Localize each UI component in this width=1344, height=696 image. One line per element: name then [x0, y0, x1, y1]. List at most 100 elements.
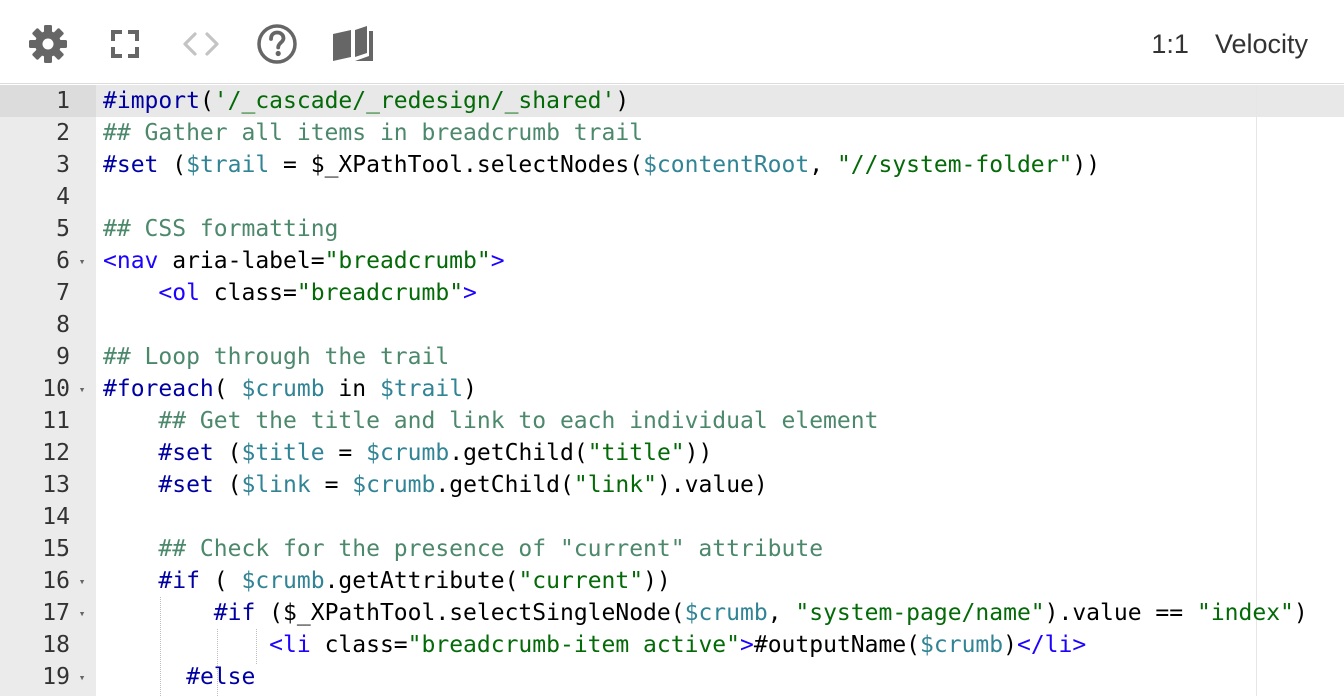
variable-token: $crumb — [241, 376, 325, 402]
variable-token: $crumb — [366, 440, 450, 466]
line-number-label: 17 — [42, 600, 70, 626]
line-number-label: 7 — [56, 280, 70, 306]
toolbar-status: 1:1 Velocity — [1151, 24, 1308, 64]
code-line[interactable]: ## Loop through the trail — [103, 341, 1344, 373]
code-brackets-icon[interactable] — [179, 22, 223, 66]
line-number: 13 — [0, 469, 96, 501]
text-token: ) — [1293, 600, 1308, 626]
text-token: ( — [213, 472, 242, 498]
tag-token: > — [463, 280, 477, 306]
editor-toolbar: 1:1 Velocity — [0, 0, 1344, 84]
code-line[interactable]: <ol class="breadcrumb"> — [103, 277, 1344, 309]
fold-toggle-icon[interactable]: ▾ — [76, 373, 88, 405]
code-line[interactable]: ## CSS formatting — [103, 213, 1344, 245]
code-line[interactable]: #set ($link = $crumb.getChild("link").va… — [103, 469, 1344, 501]
line-number-label: 13 — [42, 472, 70, 498]
text-token: = — [310, 472, 353, 498]
line-number: 6 ▾ — [0, 245, 96, 277]
string-token: "link" — [573, 472, 657, 498]
code-line[interactable] — [103, 309, 1344, 341]
book-icon[interactable] — [331, 22, 375, 66]
text-token: ) — [463, 376, 477, 402]
line-number-label: 18 — [42, 632, 70, 658]
fold-toggle-icon[interactable]: ▾ — [76, 597, 88, 629]
variable-token: $crumb — [241, 568, 325, 594]
code-line[interactable]: ## Gather all items in breadcrumb trail — [103, 117, 1344, 149]
code-line[interactable]: #set ($title = $crumb.getChild("title")) — [103, 437, 1344, 469]
text-token: ( — [199, 568, 242, 594]
text-token: = — [324, 440, 367, 466]
line-number: 16 ▾ — [0, 565, 96, 597]
comment-token: ## Check for the presence of "current" a… — [158, 536, 824, 562]
code-line[interactable] — [103, 181, 1344, 213]
help-icon[interactable] — [255, 22, 299, 66]
line-number: 1 — [0, 85, 96, 117]
fold-toggle-icon[interactable]: ▾ — [76, 565, 88, 597]
tag-token: > — [740, 632, 754, 658]
line-number-label: 12 — [42, 440, 70, 466]
text-token: ( — [213, 440, 242, 466]
line-number: 17 ▾ — [0, 597, 96, 629]
variable-token: $crumb — [352, 472, 436, 498]
fullscreen-icon[interactable] — [103, 22, 147, 66]
code-line[interactable]: <li class="breadcrumb-item active">#outp… — [103, 629, 1344, 661]
text-token: ) — [615, 88, 630, 114]
variable-token: $trail — [186, 152, 270, 178]
string-token: "title" — [587, 440, 685, 466]
line-number-label: 16 — [42, 568, 70, 594]
code-line[interactable]: #foreach( $crumb in $trail) — [103, 373, 1344, 405]
line-number-label: 15 — [42, 536, 70, 562]
comment-token: ## Loop through the trail — [103, 344, 450, 370]
string-token: "index" — [1196, 600, 1294, 626]
code-line[interactable]: #else — [103, 661, 1344, 693]
code-line[interactable]: #set ($trail = $_XPathTool.selectNodes($… — [103, 149, 1344, 181]
line-number: 5 — [0, 213, 96, 245]
code-line[interactable] — [103, 501, 1344, 533]
line-number-label: 19 — [42, 664, 70, 690]
code-line[interactable]: ## Check for the presence of "current" a… — [103, 533, 1344, 565]
string-token: "current" — [518, 568, 644, 594]
string-token: "breadcrumb" — [324, 248, 491, 274]
text-token: .getChild( — [435, 472, 574, 498]
line-number-label: 14 — [42, 504, 70, 530]
code-editor[interactable]: 1 2 3 4 5 6 ▾ 7 8 9 10 ▾ 11 12 13 14 15 16 ▾ 17 ▾ 18 19 ▾ #impo… — [0, 85, 1344, 696]
text-token: aria-label= — [158, 248, 325, 274]
code-line[interactable]: #import('/_cascade/_redesign/_shared') — [103, 85, 1344, 117]
code-line[interactable]: #if ($_XPathTool.selectSingleNode($crumb… — [103, 597, 1344, 629]
code-line[interactable]: #if ( $crumb.getAttribute("current")) — [103, 565, 1344, 597]
line-number: 9 — [0, 341, 96, 373]
line-number-label: 9 — [56, 344, 70, 370]
line-number: 19 ▾ — [0, 661, 96, 693]
line-number: 7 — [0, 277, 96, 309]
language-mode[interactable]: Velocity — [1215, 29, 1308, 60]
gear-icon[interactable] — [26, 22, 70, 66]
text-token: class= — [199, 280, 297, 306]
code-line[interactable]: <nav aria-label="breadcrumb"> — [103, 245, 1344, 277]
variable-token: $link — [241, 472, 311, 498]
line-number-label: 1 — [56, 88, 70, 114]
line-number: 14 — [0, 501, 96, 533]
comment-token: ## Gather all items in breadcrumb trail — [103, 120, 644, 146]
fold-toggle-icon[interactable]: ▾ — [76, 661, 88, 693]
line-number: 8 — [0, 309, 96, 341]
string-token: "system-page/name" — [795, 600, 1045, 626]
text-token: , — [767, 600, 796, 626]
code-line[interactable]: ## Get the title and link to each indivi… — [103, 405, 1344, 437]
line-number-label: 5 — [56, 216, 70, 242]
line-number: 12 — [0, 437, 96, 469]
zoom-ratio[interactable]: 1:1 — [1151, 29, 1189, 60]
variable-token: $crumb — [920, 632, 1004, 658]
text-token: )) — [1072, 152, 1101, 178]
code-content[interactable]: #import('/_cascade/_redesign/_shared') ##… — [103, 85, 1344, 693]
string-token: "breadcrumb" — [296, 280, 464, 306]
text-token: .getAttribute( — [324, 568, 519, 594]
directive-token: #set — [158, 472, 214, 498]
fold-toggle-icon[interactable]: ▾ — [76, 245, 88, 277]
text-token: .getChild( — [449, 440, 588, 466]
line-number-label: 8 — [56, 312, 70, 338]
line-numbers: 1 2 3 4 5 6 ▾ 7 8 9 10 ▾ 11 12 13 14 15 16 ▾ 17 ▾ 18 19 ▾ — [0, 85, 96, 693]
